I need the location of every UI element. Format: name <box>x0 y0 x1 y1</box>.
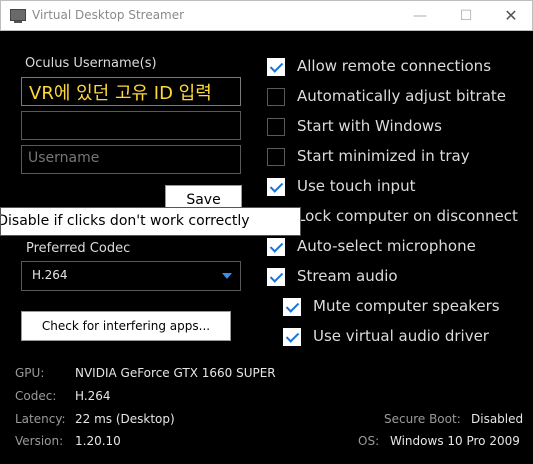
checkbox[interactable] <box>283 298 301 316</box>
secure-boot-key: Secure Boot: <box>384 412 461 426</box>
option-label: Start minimized in tray <box>297 147 470 165</box>
close-button[interactable]: ✕ <box>488 1 533 31</box>
username-field-3[interactable]: Username <box>21 145 241 174</box>
tooltip: res. Disable if clicks don't work correc… <box>0 207 301 236</box>
checkbox[interactable] <box>267 58 285 76</box>
checkbox[interactable] <box>267 88 285 106</box>
option-label: Allow remote connections <box>297 57 492 75</box>
secure-boot-value: Disabled <box>471 412 524 426</box>
monitor-icon <box>10 9 26 23</box>
option-label: Use virtual audio driver <box>313 327 489 345</box>
latency-value: 22 ms (Desktop) <box>75 412 175 426</box>
checkbox[interactable] <box>267 178 285 196</box>
latency-key: Latency: <box>15 412 66 426</box>
codec-key: Codec: <box>15 389 57 403</box>
option-label: Stream audio <box>297 267 398 285</box>
username-field-2[interactable] <box>21 111 241 140</box>
username-label: Oculus Username(s) <box>25 56 157 71</box>
option-label: Lock computer on disconnect <box>297 207 518 225</box>
check-interfering-apps-button[interactable]: Check for interfering apps... <box>21 311 231 341</box>
version-key: Version: <box>15 434 64 448</box>
option-label: Use touch input <box>297 177 416 195</box>
checkbox[interactable] <box>267 148 285 166</box>
option-label: Start with Windows <box>297 117 442 135</box>
version-value: 1.20.10 <box>75 434 121 448</box>
tooltip-text: res. Disable if clicks don't work correc… <box>0 213 250 229</box>
option-label: Mute computer speakers <box>313 297 500 315</box>
checkbox[interactable] <box>267 268 285 286</box>
codec-value: H.264 <box>75 389 111 403</box>
checkbox[interactable] <box>267 238 285 256</box>
window-title: Virtual Desktop Streamer <box>32 8 185 22</box>
codec-label: Preferred Codec <box>26 241 131 256</box>
gpu-value: NVIDIA GeForce GTX 1660 SUPER <box>75 366 276 380</box>
option-label: Auto-select microphone <box>297 237 476 255</box>
os-value: Windows 10 Pro 2009 <box>390 434 520 448</box>
codec-select[interactable]: H.264 <box>21 261 241 291</box>
os-key: OS: <box>358 434 380 448</box>
codec-select-value: H.264 <box>32 268 68 282</box>
chevron-down-icon <box>222 273 232 279</box>
minimize-button[interactable]: — <box>397 1 443 31</box>
checkbox[interactable] <box>267 118 285 136</box>
gpu-key: GPU: <box>15 366 45 380</box>
maximize-button[interactable]: ☐ <box>443 1 489 31</box>
title-bar: Virtual Desktop Streamer — ☐ ✕ <box>0 0 533 31</box>
checkbox[interactable] <box>283 328 301 346</box>
option-label: Automatically adjust bitrate <box>297 87 506 105</box>
username-field-1[interactable]: VR에 있던 고유 ID 입력 <box>21 77 241 106</box>
